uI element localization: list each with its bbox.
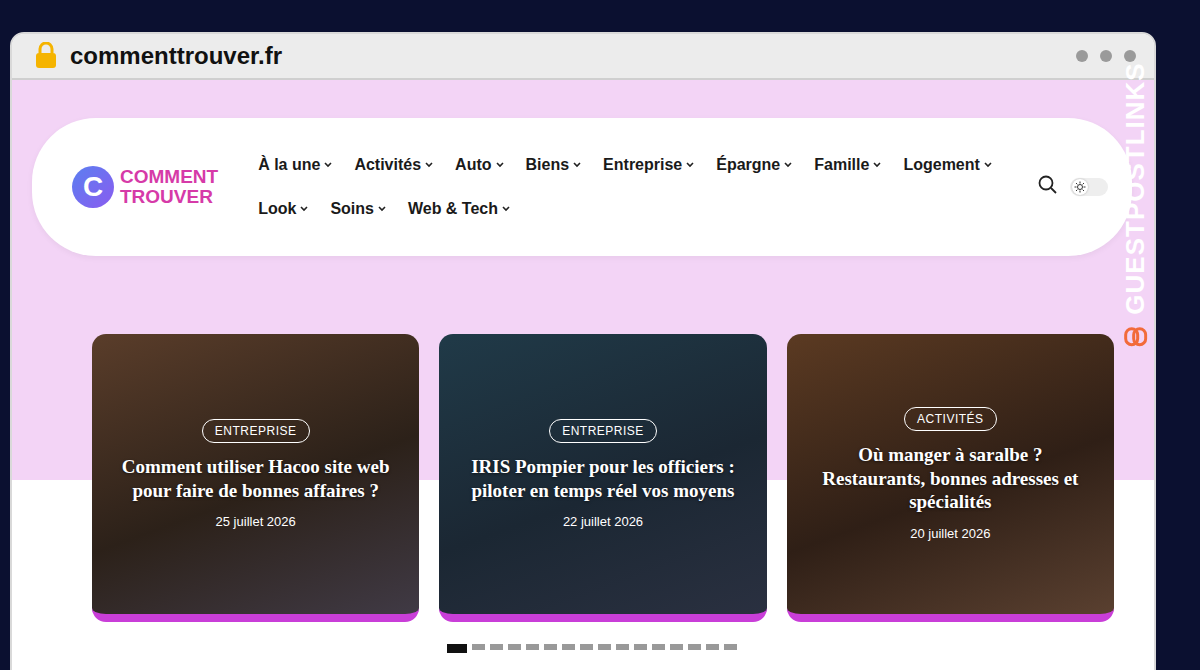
featured-carousel: ENTREPRISE Comment utiliser Hacoo site we… (32, 256, 1132, 622)
lock-icon (34, 42, 58, 70)
nav-item[interactable]: Famille (814, 156, 881, 174)
sun-icon (1074, 181, 1086, 193)
chevron-down-icon (873, 161, 881, 169)
article-card[interactable]: ENTREPRISE Comment utiliser Hacoo site we… (92, 334, 419, 622)
article-date: 22 juillet 2026 (563, 514, 643, 529)
nav-label: Famille (814, 156, 869, 174)
nav-item[interactable]: Logement (903, 156, 991, 174)
nav-item[interactable]: Activités (354, 156, 433, 174)
category-tag[interactable]: ENTREPRISE (549, 419, 657, 443)
carousel-dot[interactable] (508, 644, 521, 650)
carousel-dot[interactable] (544, 644, 557, 650)
carousel-dot[interactable] (598, 644, 611, 650)
carousel-dot[interactable] (526, 644, 539, 650)
logo-line: TROUVER (120, 187, 218, 207)
nav-label: Épargne (716, 156, 780, 174)
watermark: GUESTPOSTLINKS (1119, 62, 1150, 348)
nav-label: Auto (455, 156, 491, 174)
carousel-dot[interactable] (634, 644, 647, 650)
chevron-down-icon (378, 205, 386, 213)
screen: commenttrouver.frCCOMMENTTROUVERÀ la une… (0, 0, 1200, 670)
chevron-down-icon (502, 205, 510, 213)
watermark-text: GUESTPOSTLINKS (1119, 62, 1150, 314)
carousel-dot[interactable] (490, 644, 503, 650)
header-tools (1038, 175, 1108, 199)
nav-item[interactable]: Look (258, 200, 308, 218)
logo-mark: C (72, 166, 114, 208)
logo-line: COMMENT (120, 167, 218, 187)
nav-item[interactable]: Entreprise (603, 156, 694, 174)
search-icon (1038, 175, 1058, 195)
article-title[interactable]: Où manger à saralbe ? Restaurants, bonne… (809, 443, 1092, 514)
page-content: CCOMMENTTROUVERÀ la uneActivitésAutoBien… (12, 80, 1154, 670)
nav-label: Look (258, 200, 296, 218)
chevron-down-icon (425, 161, 433, 169)
nav-item[interactable]: À la une (258, 156, 332, 174)
browser-window: commenttrouver.frCCOMMENTTROUVERÀ la une… (10, 32, 1156, 670)
chevron-down-icon (573, 161, 581, 169)
nav-label: Activités (354, 156, 421, 174)
nav-item[interactable]: Web & Tech (408, 200, 510, 218)
carousel-dot[interactable] (724, 644, 737, 650)
article-date: 20 juillet 2026 (910, 526, 990, 541)
nav-label: Biens (526, 156, 570, 174)
site-logo[interactable]: CCOMMENTTROUVER (72, 166, 218, 208)
chevron-down-icon (496, 161, 504, 169)
nav-label: Logement (903, 156, 979, 174)
category-tag[interactable]: ACTIVITÉS (904, 407, 997, 431)
carousel-dot[interactable] (562, 644, 575, 650)
link-icon (1123, 325, 1147, 349)
main-nav: À la une Activités Auto Biens Entreprise Épar… (258, 156, 998, 218)
carousel-dot[interactable] (447, 644, 467, 653)
chevron-down-icon (686, 161, 694, 169)
window-dot[interactable] (1124, 50, 1136, 62)
nav-item[interactable]: Soins (330, 200, 386, 218)
chevron-down-icon (324, 161, 332, 169)
nav-label: Web & Tech (408, 200, 498, 218)
carousel-dot[interactable] (688, 644, 701, 650)
nav-label: Soins (330, 200, 374, 218)
nav-item[interactable]: Épargne (716, 156, 792, 174)
chevron-down-icon (300, 205, 308, 213)
category-tag[interactable]: ENTREPRISE (202, 419, 310, 443)
nav-label: À la une (258, 156, 320, 174)
carousel-dot[interactable] (706, 644, 719, 650)
carousel-dot[interactable] (652, 644, 665, 650)
address-bar: commenttrouver.fr (12, 34, 1154, 80)
carousel-dot[interactable] (670, 644, 683, 650)
carousel-dot[interactable] (580, 644, 593, 650)
article-card[interactable]: ACTIVITÉS Où manger à saralbe ? Restauran… (787, 334, 1114, 622)
site-header: CCOMMENTTROUVERÀ la uneActivitésAutoBien… (32, 118, 1132, 256)
carousel-pagination (32, 622, 1132, 653)
window-controls (1076, 50, 1136, 62)
search-button[interactable] (1038, 175, 1058, 199)
chevron-down-icon (984, 161, 992, 169)
window-dot[interactable] (1100, 50, 1112, 62)
nav-item[interactable]: Auto (455, 156, 503, 174)
chevron-down-icon (784, 161, 792, 169)
nav-item[interactable]: Biens (526, 156, 582, 174)
article-card[interactable]: ENTREPRISE IRIS Pompier pour les officier… (439, 334, 766, 622)
logo-text: COMMENTTROUVER (120, 167, 218, 207)
nav-label: Entreprise (603, 156, 682, 174)
theme-toggle[interactable] (1070, 178, 1108, 196)
carousel-dot[interactable] (616, 644, 629, 650)
article-title[interactable]: IRIS Pompier pour les officiers : pilote… (461, 455, 744, 503)
toggle-knob (1072, 179, 1088, 195)
window-dot[interactable] (1076, 50, 1088, 62)
article-title[interactable]: Comment utiliser Hacoo site web pour fai… (114, 455, 397, 503)
article-date: 25 juillet 2026 (216, 514, 296, 529)
carousel-dot[interactable] (472, 644, 485, 650)
url-text[interactable]: commenttrouver.fr (70, 42, 1064, 70)
